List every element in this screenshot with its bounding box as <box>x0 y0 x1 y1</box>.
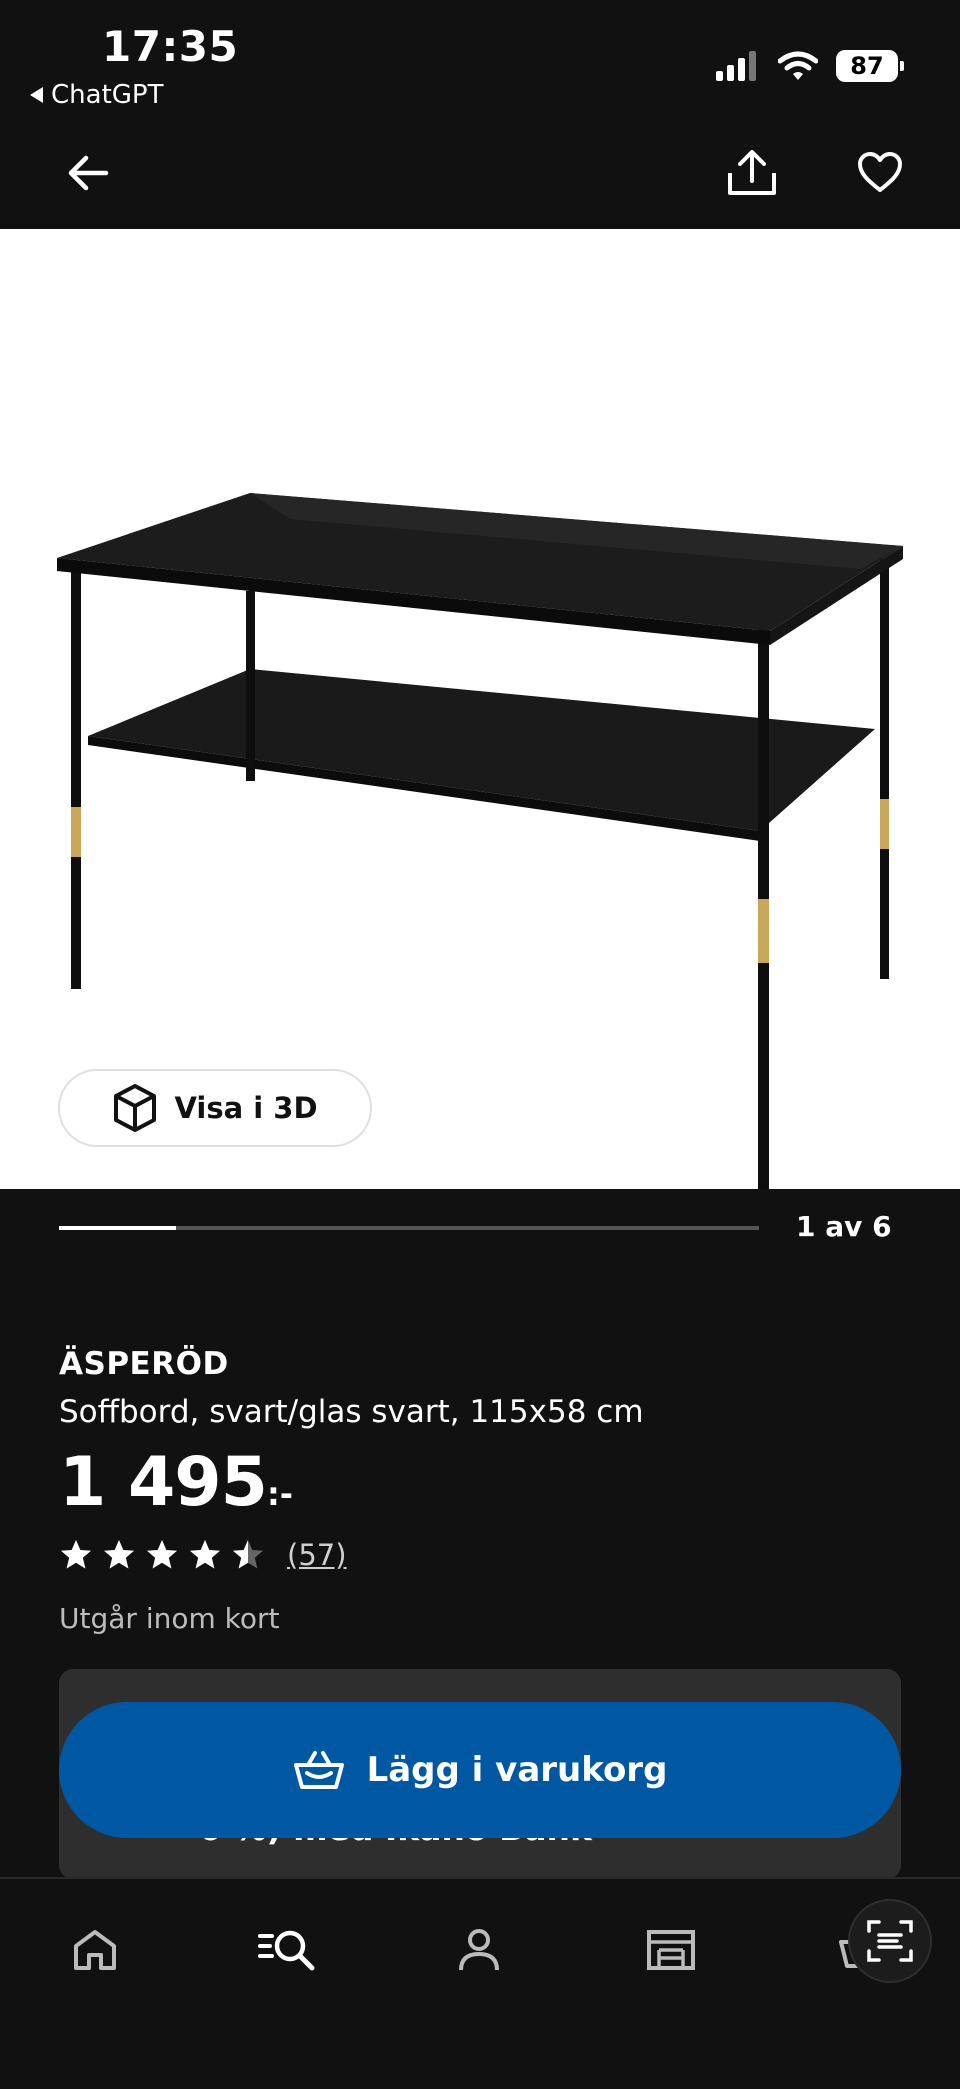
star-icon <box>104 1540 134 1569</box>
signal-icon <box>716 51 756 81</box>
view-3d-label: Visa i 3D <box>174 1091 318 1125</box>
gallery-progress-fill <box>59 1226 176 1230</box>
availability-status: Utgår inom kort <box>59 1602 280 1635</box>
gallery-progress-bar <box>59 1226 759 1230</box>
wifi-icon <box>778 51 818 80</box>
back-app-label: ChatGPT <box>51 80 164 110</box>
bottom-tab-bar <box>0 1877 960 2089</box>
home-icon <box>74 1930 116 1970</box>
tab-store[interactable] <box>636 1915 706 1985</box>
product-price: 1 495 :- <box>59 1443 293 1522</box>
view-3d-button[interactable]: Visa i 3D <box>58 1069 372 1147</box>
tab-profile[interactable] <box>444 1915 514 1985</box>
product-image-gallery[interactable]: Visa i 3D <box>0 229 960 1189</box>
battery-indicator: 87 <box>836 50 904 82</box>
product-rating[interactable]: (57) <box>59 1538 347 1572</box>
tab-home[interactable] <box>60 1915 130 1985</box>
gallery-page-counter: 1 av 6 <box>796 1210 892 1243</box>
share-icon <box>728 150 776 195</box>
share-button[interactable] <box>722 143 782 203</box>
back-button[interactable] <box>58 143 118 203</box>
price-suffix: :- <box>266 1475 294 1513</box>
scan-button[interactable] <box>848 1899 932 1983</box>
add-to-cart-button[interactable]: Lägg i varukorg <box>59 1702 901 1838</box>
cube-icon <box>114 1084 157 1132</box>
star-icon <box>233 1540 263 1569</box>
favorite-button[interactable] <box>850 143 910 203</box>
store-icon <box>647 1930 695 1970</box>
search-icon <box>258 1930 315 1971</box>
review-count-link[interactable]: (57) <box>287 1538 347 1572</box>
top-nav <box>0 115 960 229</box>
product-brand: ÄSPERÖD <box>59 1346 229 1382</box>
basket-icon <box>293 1751 344 1789</box>
product-image <box>57 493 903 1189</box>
product-description: Soffbord, svart/glas svart, 115x58 cm <box>59 1394 644 1430</box>
price-amount: 1 495 <box>59 1443 268 1522</box>
scan-icon <box>867 1920 913 1962</box>
tab-search[interactable] <box>252 1915 322 1985</box>
profile-icon <box>459 1929 499 1971</box>
back-triangle-icon <box>30 87 43 103</box>
arrow-left-icon <box>68 155 109 191</box>
star-icon <box>61 1540 91 1569</box>
star-icon <box>147 1540 177 1569</box>
add-to-cart-label: Lägg i varukorg <box>366 1750 668 1790</box>
rating-stars <box>59 1538 265 1572</box>
status-time: 17:35 <box>102 22 239 71</box>
status-icons: 87 <box>716 50 904 82</box>
back-to-app-link[interactable]: ChatGPT <box>30 80 163 110</box>
status-bar: 17:35 ChatGPT 87 <box>0 0 960 115</box>
heart-icon <box>858 152 902 192</box>
star-icon <box>190 1540 220 1569</box>
